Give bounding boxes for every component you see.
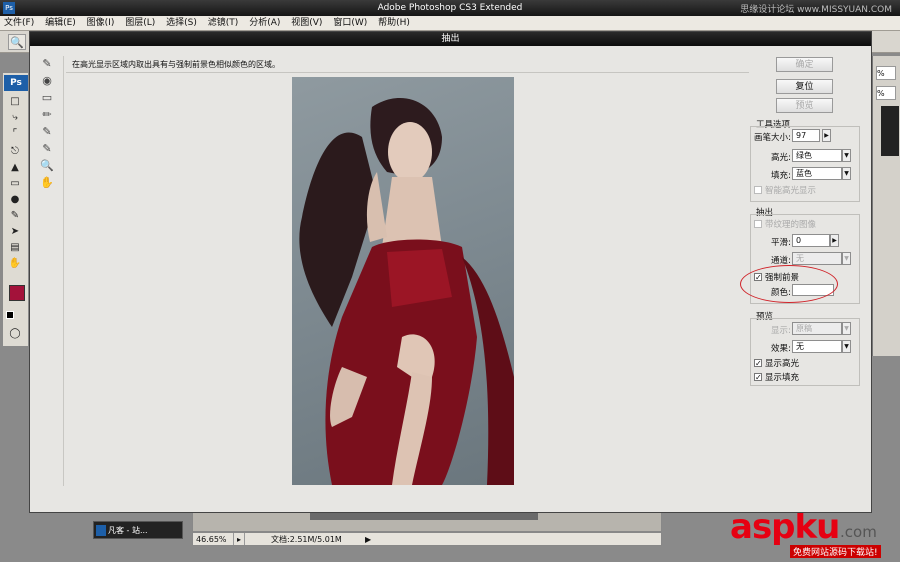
hand-icon[interactable]: ✋ bbox=[39, 175, 55, 191]
effect-select[interactable]: 无 bbox=[792, 340, 842, 353]
brush-size-slider-icon[interactable]: ▶ bbox=[822, 129, 831, 142]
extract-tool-column: ✎ ◉ ▭ ✏ ✎ ✎ 🔍 ✋ bbox=[39, 56, 61, 206]
taskbar-window-button[interactable]: 凡客 - 站... bbox=[93, 521, 183, 539]
brush-size-field[interactable]: 97 bbox=[792, 129, 820, 142]
extract-dialog: 抽出 ✎ ◉ ▭ ✏ ✎ ✎ 🔍 ✋ 在高光显示区域内取出具有与强制前景色相似颜… bbox=[29, 31, 872, 513]
doc-size: 文档:2.51M/5.01M bbox=[271, 535, 342, 544]
show-highlight-checkbox[interactable]: ✓ bbox=[754, 359, 762, 368]
smart-highlight-checkbox[interactable] bbox=[754, 186, 762, 194]
healing-tool-icon[interactable]: ⎋ bbox=[7, 145, 23, 159]
reset-button[interactable]: 复位 bbox=[776, 79, 833, 94]
fill-label: 填充: bbox=[771, 171, 791, 181]
smooth-field[interactable]: 0 bbox=[792, 234, 830, 247]
eyedropper-icon[interactable]: ✏ bbox=[39, 107, 55, 123]
aspku-slogan: 免费网站源码下载站! bbox=[790, 545, 881, 558]
panel-thumbnail bbox=[881, 106, 899, 156]
highlight-dropdown-icon[interactable]: ▼ bbox=[842, 149, 851, 162]
menu-view[interactable]: 视图(V) bbox=[287, 16, 326, 31]
smooth-slider-icon[interactable]: ▶ bbox=[830, 234, 839, 247]
highlight-label: 高光: bbox=[771, 153, 791, 163]
aspku-domain: .com bbox=[840, 523, 877, 541]
cleanup-tool-icon[interactable]: ✎ bbox=[39, 124, 55, 140]
blur-tool-icon[interactable]: ● bbox=[7, 193, 23, 207]
dialog-title: 抽出 bbox=[30, 32, 871, 46]
smooth-label: 平滑: bbox=[771, 238, 791, 248]
annotation-circle bbox=[740, 265, 838, 303]
quick-mask-icon[interactable]: ◯ bbox=[7, 327, 23, 341]
show-fill-label: 显示填充 bbox=[765, 373, 800, 383]
show-highlight-label: 显示高光 bbox=[765, 359, 800, 369]
effect-label: 效果: bbox=[771, 344, 791, 354]
app-title: Adobe Photoshop CS3 Extended bbox=[377, 3, 523, 13]
textured-image-checkbox[interactable] bbox=[754, 220, 762, 228]
channel-select[interactable]: 无 bbox=[792, 252, 842, 265]
status-arrow-icon[interactable]: ▶ bbox=[365, 533, 371, 547]
menu-image[interactable]: 图像(I) bbox=[83, 16, 119, 31]
preview-button[interactable]: 预览 bbox=[776, 98, 833, 113]
fill-bucket-icon[interactable]: ◉ bbox=[39, 73, 55, 89]
edge-touchup-icon[interactable]: ✎ bbox=[39, 141, 55, 157]
path-select-tool-icon[interactable]: ➤ bbox=[7, 225, 23, 239]
aspku-watermark: aspku .com 免费网站源码下载站! bbox=[730, 505, 900, 562]
menu-filter[interactable]: 滤镜(T) bbox=[204, 16, 243, 31]
panel-percent-field[interactable]: % bbox=[876, 66, 896, 80]
notes-tool-icon[interactable]: ▤ bbox=[7, 241, 23, 255]
eraser-tool-icon[interactable]: ▭ bbox=[7, 177, 23, 191]
menu-edit[interactable]: 编辑(E) bbox=[41, 16, 80, 31]
menu-help[interactable]: 帮助(H) bbox=[374, 16, 414, 31]
zoom-tool-icon[interactable]: 🔍 bbox=[8, 34, 26, 50]
menu-select[interactable]: 选择(S) bbox=[162, 16, 201, 31]
status-menu-icon[interactable]: ▸ bbox=[233, 533, 245, 545]
show-fill-checkbox[interactable]: ✓ bbox=[754, 373, 762, 382]
menu-layer[interactable]: 图层(L) bbox=[121, 16, 159, 31]
photoshop-app-icon: Ps bbox=[3, 2, 15, 14]
textured-image-label: 带纹理的图像 bbox=[765, 220, 817, 230]
preview-image[interactable] bbox=[292, 77, 514, 485]
taskbar-window-label: 凡客 - 站... bbox=[108, 526, 148, 535]
window-icon bbox=[96, 525, 106, 536]
marquee-tool-icon[interactable]: □ bbox=[7, 95, 23, 109]
toolbox: Ps □ ⤷ ⌜ ⎋ ▲ ▭ ● ✎ ➤ ▤ ✋ ◯ bbox=[2, 72, 29, 347]
default-colors-icon[interactable] bbox=[6, 311, 14, 319]
crop-tool-icon[interactable]: ⌜ bbox=[7, 127, 23, 141]
toolbox-ps-logo: Ps bbox=[4, 75, 28, 91]
show-select[interactable]: 原稿 bbox=[792, 322, 842, 335]
status-bar: 46.65% ▸ 文档:2.51M/5.01M ▶ bbox=[192, 532, 662, 546]
document-canvas-edge bbox=[310, 512, 538, 520]
hand-tool-icon[interactable]: ✋ bbox=[7, 257, 23, 271]
zoom-level[interactable]: 46.65% bbox=[196, 533, 227, 547]
foreground-color-swatch[interactable] bbox=[9, 285, 25, 301]
hint-divider bbox=[66, 72, 749, 73]
brush-size-label: 画笔大小: bbox=[754, 133, 791, 143]
eraser-icon[interactable]: ▭ bbox=[39, 90, 55, 106]
site-watermark: 思缘设计论坛 www.MISSYUAN.COM bbox=[740, 5, 892, 15]
zoom-icon[interactable]: 🔍 bbox=[39, 158, 55, 174]
menu-analysis[interactable]: 分析(A) bbox=[245, 16, 284, 31]
show-label: 显示: bbox=[771, 326, 791, 336]
hint-text: 在高光显示区域内取出具有与强制前景色相似颜色的区域。 bbox=[72, 60, 280, 69]
fill-select[interactable]: 蓝色 bbox=[792, 167, 842, 180]
effect-dropdown-icon[interactable]: ▼ bbox=[842, 340, 851, 353]
channel-dropdown-icon[interactable]: ▼ bbox=[842, 252, 851, 265]
highlight-select[interactable]: 绿色 bbox=[792, 149, 842, 162]
fill-dropdown-icon[interactable]: ▼ bbox=[842, 167, 851, 180]
menu-bar: 文件(F) 编辑(E) 图像(I) 图层(L) 选择(S) 滤镜(T) 分析(A… bbox=[0, 16, 900, 31]
right-panel-dock: % % bbox=[872, 56, 900, 356]
stamp-tool-icon[interactable]: ▲ bbox=[7, 161, 23, 175]
tool-column-divider bbox=[63, 56, 64, 486]
woman-in-red-dress-photo bbox=[299, 98, 514, 485]
smart-highlight-label: 智能高光显示 bbox=[765, 186, 817, 196]
menu-window[interactable]: 窗口(W) bbox=[329, 16, 371, 31]
aspku-logo: aspku bbox=[730, 507, 840, 547]
edge-highlighter-icon[interactable]: ✎ bbox=[39, 56, 55, 72]
lasso-tool-icon[interactable]: ⤷ bbox=[7, 111, 23, 125]
show-dropdown-icon[interactable]: ▼ bbox=[842, 322, 851, 335]
pen-tool-icon[interactable]: ✎ bbox=[7, 209, 23, 223]
menu-file[interactable]: 文件(F) bbox=[0, 16, 38, 31]
ok-button[interactable]: 确定 bbox=[776, 57, 833, 72]
panel-percent-field-2[interactable]: % bbox=[876, 86, 896, 100]
